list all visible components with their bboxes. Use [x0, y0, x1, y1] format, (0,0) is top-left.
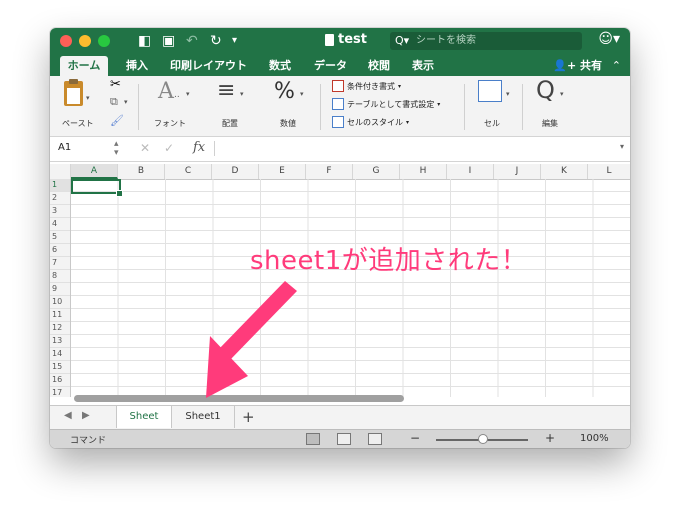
annotation-arrow [206, 281, 297, 398]
arrow-shaft [218, 281, 297, 360]
